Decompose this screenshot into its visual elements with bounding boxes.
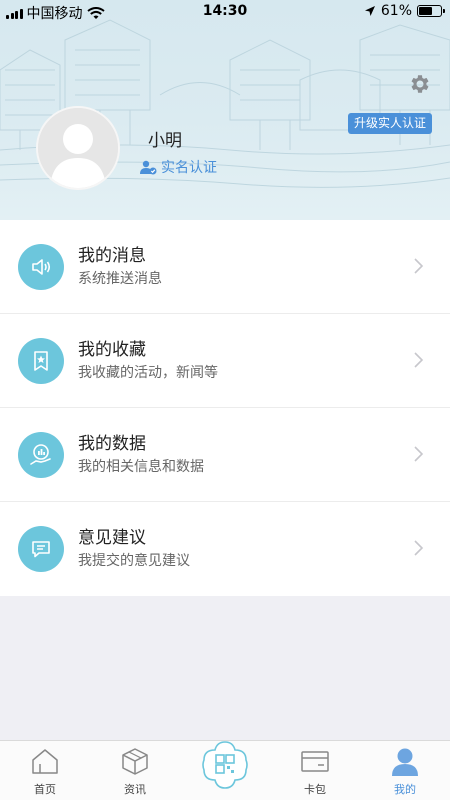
menu-subtitle: 系统推送消息: [78, 271, 162, 287]
chevron-right-icon: [414, 446, 424, 462]
profile-header: 升级实人认证 小明 实名认证: [0, 0, 450, 220]
bookmark-star-icon: [18, 338, 64, 384]
tab-label: 我的: [394, 783, 416, 796]
user-verified-icon: [140, 160, 157, 174]
cube-icon: [122, 748, 148, 775]
tab-home[interactable]: 首页: [0, 741, 90, 800]
chat-bubble-icon: [18, 526, 64, 572]
menu-item-messages[interactable]: 我的消息 系统推送消息: [0, 220, 450, 314]
battery-percent: 61%: [380, 3, 412, 19]
menu-subtitle: 我的相关信息和数据: [78, 459, 204, 475]
tab-card-wallet[interactable]: 卡包: [270, 741, 360, 800]
tab-mine[interactable]: 我的: [360, 741, 450, 800]
person-icon: [392, 748, 418, 776]
wifi-icon: [86, 6, 105, 19]
username: 小明: [148, 131, 182, 151]
tab-news[interactable]: 资讯: [90, 741, 180, 800]
menu-title: 意见建议: [78, 528, 146, 548]
chevron-right-icon: [414, 540, 424, 556]
location-arrow-icon: [364, 6, 375, 16]
realname-label: 实名认证: [161, 160, 217, 176]
tab-label: 首页: [34, 783, 56, 796]
chevron-right-icon: [414, 352, 424, 368]
menu-subtitle: 我收藏的活动，新闻等: [78, 365, 218, 381]
realname-verify-link[interactable]: 实名认证: [140, 157, 217, 177]
upgrade-verification-button[interactable]: 升级实人认证: [347, 113, 432, 134]
avatar[interactable]: [36, 106, 120, 190]
chevron-right-icon: [414, 258, 424, 274]
menu-item-favorites[interactable]: 我的收藏 我收藏的活动，新闻等: [0, 314, 450, 408]
home-icon: [32, 749, 58, 774]
qr-scan-icon[interactable]: [200, 740, 250, 790]
menu-subtitle: 我提交的意见建议: [78, 553, 190, 569]
menu-item-data[interactable]: 我的数据 我的相关信息和数据: [0, 408, 450, 502]
menu-title: 我的数据: [78, 434, 146, 454]
tab-label: 卡包: [304, 783, 326, 796]
battery-icon: [417, 5, 445, 17]
signal-icon: [6, 7, 23, 19]
menu-item-feedback[interactable]: 意见建议 我提交的意见建议: [0, 502, 450, 596]
menu-list: 我的消息 系统推送消息 我的收藏 我收藏的活动，新闻等 我的数据 我的相关信息和…: [0, 220, 450, 596]
status-bar: 中国移动 14:30 61%: [0, 0, 450, 24]
data-hand-icon: [18, 432, 64, 478]
card-icon: [301, 751, 329, 772]
settings-gear-icon[interactable]: [408, 72, 432, 96]
tab-label: 资讯: [124, 783, 146, 796]
menu-title: 我的收藏: [78, 340, 146, 360]
menu-title: 我的消息: [78, 246, 146, 266]
default-avatar-icon: [38, 108, 118, 188]
speaker-icon: [18, 244, 64, 290]
carrier-name: 中国移动: [26, 6, 83, 22]
